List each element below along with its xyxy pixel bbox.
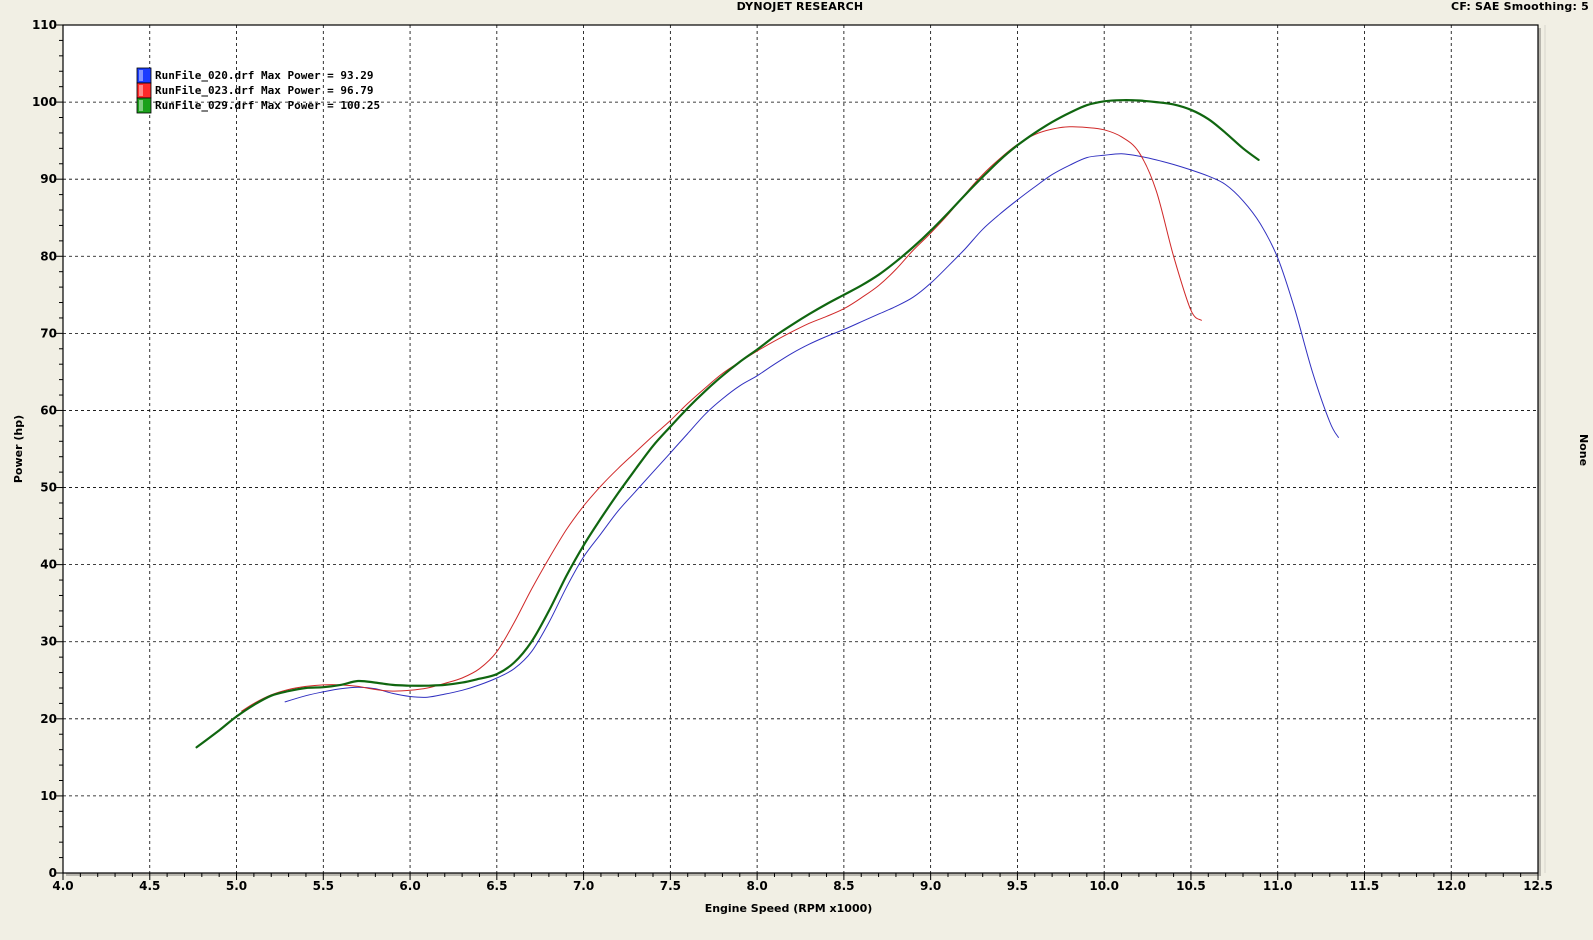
y-tick-label: 50 (40, 481, 57, 495)
x-tick-label: 8.0 (746, 879, 767, 893)
x-tick-label: 4.5 (139, 879, 160, 893)
x-tick-label: 5.5 (313, 879, 334, 893)
x-tick-label: 9.0 (920, 879, 941, 893)
x-tick-label: 4.0 (52, 879, 73, 893)
legend-entry-label: RunFile_029.drf Max Power = 100.25 (155, 99, 380, 112)
y-tick-label: 0 (49, 866, 57, 880)
x-tick-label: 10.0 (1089, 879, 1119, 893)
x-tick-label: 5.0 (226, 879, 247, 893)
y-tick-label: 20 (40, 712, 57, 726)
plot-frame (62, 24, 1546, 876)
y-tick-label: 10 (40, 789, 57, 803)
y-tick-label: 30 (40, 635, 57, 649)
legend-entry-label: RunFile_020.drf Max Power = 93.29 (155, 69, 374, 82)
legend-swatch-highlight (139, 85, 143, 96)
x-tick-label: 11.0 (1263, 879, 1293, 893)
x-tick-label: 12.5 (1523, 879, 1553, 893)
x-tick-label: 12.0 (1436, 879, 1466, 893)
x-tick-label: 8.5 (833, 879, 854, 893)
legend-entry-label: RunFile_023.drf Max Power = 96.79 (155, 84, 374, 97)
x-tick-label: 9.5 (1007, 879, 1028, 893)
y-tick-label: 60 (40, 403, 57, 417)
y-tick-label: 40 (40, 558, 57, 572)
right-panel-label: None (1577, 434, 1590, 466)
y-tick-label: 80 (40, 249, 57, 263)
y-tick-label: 110 (32, 18, 57, 32)
legend: RunFile_020.drf Max Power = 93.29 RunFile… (136, 67, 380, 114)
y-tick-label: 90 (40, 172, 57, 186)
x-tick-label: 6.5 (486, 879, 507, 893)
legend-swatch-highlight (139, 100, 143, 111)
power-chart: 4.0 4.5 5.0 5.5 6.0 6.5 7.0 7.5 8.0 8.5 9.0 9.5 10.0… (12, 18, 1590, 915)
dyno-chart-window: DYNOJET RESEARCH CF: SAE Smoothing: 5 4.… (0, 0, 1593, 940)
legend-swatch-highlight (139, 70, 143, 81)
x-tick-label: 10.5 (1176, 879, 1206, 893)
y-tick-label: 70 (40, 326, 57, 340)
y-tick-label: 100 (32, 95, 57, 109)
x-axis-label: Engine Speed (RPM x1000) (705, 902, 873, 915)
y-axis-label: Power (hp) (12, 415, 25, 483)
x-tick-label: 7.5 (660, 879, 681, 893)
plot-area (62, 24, 1539, 874)
x-tick-label: 11.5 (1350, 879, 1380, 893)
x-tick-label: 6.0 (399, 879, 420, 893)
x-tick-label: 7.0 (573, 879, 594, 893)
